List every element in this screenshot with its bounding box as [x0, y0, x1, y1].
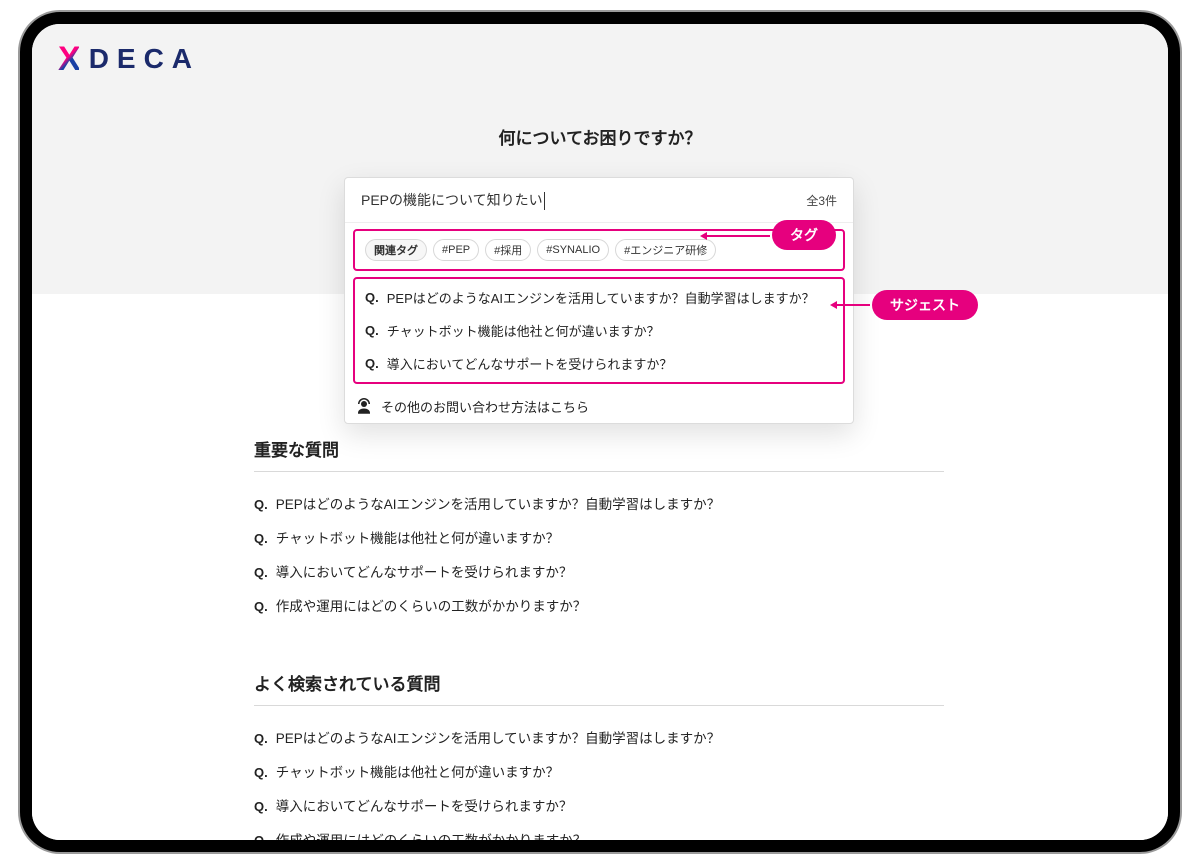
popular-questions-section: よく検索されている質問 Q. PEPはどのようなAIエンジンを活用していますか？… [254, 670, 944, 840]
qa-item[interactable]: Q. 作成や運用にはどのくらいの工数がかかりますか？ [254, 588, 944, 622]
logo-mark-icon: X [58, 40, 79, 79]
tablet-frame: X DECA 何についてお困りですか？ PEPの機能について知りたい 全3件 [20, 12, 1180, 852]
tag-chip[interactable]: #エンジニア研修 [615, 239, 716, 261]
qa-item[interactable]: Q. チャットボット機能は他社と何が違いますか？ [254, 754, 944, 788]
tag-chip[interactable]: #SYNALIO [537, 239, 609, 261]
qa-text: 導入においてどんなサポートを受けられますか？ [276, 795, 573, 815]
callout-suggest: サジェスト [872, 290, 978, 320]
qa-item[interactable]: Q. PEPはどのようなAIエンジンを活用していますか？自動学習はしますか？ [254, 486, 944, 520]
tag-chip[interactable]: #採用 [485, 239, 531, 261]
qa-item[interactable]: Q. チャットボット機能は他社と何が違いますか？ [254, 520, 944, 554]
suggest-item[interactable]: Q. チャットボット機能は他社と何が違いますか？ [355, 314, 843, 347]
other-contact-item[interactable]: その他のお問い合わせ方法はこちら [345, 390, 853, 423]
q-prefix: Q. [254, 833, 268, 840]
q-prefix: Q. [254, 531, 268, 546]
q-prefix: Q. [365, 323, 379, 338]
qa-text: チャットボット機能は他社と何が違いますか？ [276, 527, 559, 547]
qa-text: チャットボット機能は他社と何が違いますか？ [276, 761, 559, 781]
suggest-item[interactable]: Q. PEPはどのようなAIエンジンを活用していますか？自動学習はしますか？ [355, 281, 843, 314]
search-input-row[interactable]: PEPの機能について知りたい 全3件 [345, 178, 853, 223]
text-cursor-icon [544, 192, 545, 210]
q-prefix: Q. [254, 497, 268, 512]
q-prefix: Q. [254, 565, 268, 580]
hero-title: 何についてお困りですか？ [32, 124, 1168, 149]
q-prefix: Q. [254, 799, 268, 814]
q-prefix: Q. [254, 765, 268, 780]
suggest-group: Q. PEPはどのようなAIエンジンを活用していますか？自動学習はしますか？ Q… [353, 277, 845, 384]
brand-name: DECA [89, 43, 200, 75]
qa-text: PEPはどのようなAIエンジンを活用していますか？自動学習はしますか？ [276, 727, 720, 747]
important-questions-section: 重要な質問 Q. PEPはどのようなAIエンジンを活用していますか？自動学習はし… [254, 436, 944, 622]
search-input[interactable]: PEPの機能について知りたい [361, 190, 806, 210]
result-count: 全3件 [806, 192, 837, 209]
search-box: PEPの機能について知りたい 全3件 関連タグ #PEP #採用 #SYNALI… [344, 177, 854, 424]
header-bar: X DECA [32, 24, 1168, 94]
qa-item[interactable]: Q. 導入においてどんなサポートを受けられますか？ [254, 788, 944, 822]
qa-item[interactable]: Q. PEPはどのようなAIエンジンを活用していますか？自動学習はしますか？ [254, 720, 944, 754]
screen: X DECA 何についてお困りですか？ PEPの機能について知りたい 全3件 [32, 24, 1168, 840]
q-prefix: Q. [254, 731, 268, 746]
suggest-text: 導入においてどんなサポートを受けられますか？ [387, 354, 673, 373]
q-prefix: Q. [365, 356, 379, 371]
section-heading: 重要な質問 [254, 436, 944, 472]
qa-text: 導入においてどんなサポートを受けられますか？ [276, 561, 573, 581]
tag-chip[interactable]: #PEP [433, 239, 479, 261]
main-content: 何についてお困りですか？ PEPの機能について知りたい 全3件 関連タグ #PE… [32, 94, 1168, 840]
search-panel: PEPの機能について知りたい 全3件 関連タグ #PEP #採用 #SYNALI… [344, 177, 854, 424]
tag-label-chip: 関連タグ [365, 239, 427, 261]
other-contact-text: その他のお問い合わせ方法はこちら [381, 397, 589, 416]
qa-text: PEPはどのようなAIエンジンを活用していますか？自動学習はしますか？ [276, 493, 720, 513]
operator-icon [355, 398, 373, 416]
tag-row: 関連タグ #PEP #採用 #SYNALIO #エンジニア研修 [353, 229, 845, 271]
suggest-text: チャットボット機能は他社と何が違いますか？ [387, 321, 660, 340]
suggest-item[interactable]: Q. 導入においてどんなサポートを受けられますか？ [355, 347, 843, 380]
qa-item[interactable]: Q. 作成や運用にはどのくらいの工数がかかりますか？ [254, 822, 944, 840]
suggest-text: PEPはどのようなAIエンジンを活用していますか？自動学習はしますか？ [387, 288, 815, 307]
qa-item[interactable]: Q. 導入においてどんなサポートを受けられますか？ [254, 554, 944, 588]
qa-text: 作成や運用にはどのくらいの工数がかかりますか？ [276, 829, 587, 840]
q-prefix: Q. [365, 290, 379, 305]
q-prefix: Q. [254, 599, 268, 614]
section-heading: よく検索されている質問 [254, 670, 944, 706]
qa-text: 作成や運用にはどのくらいの工数がかかりますか？ [276, 595, 587, 615]
